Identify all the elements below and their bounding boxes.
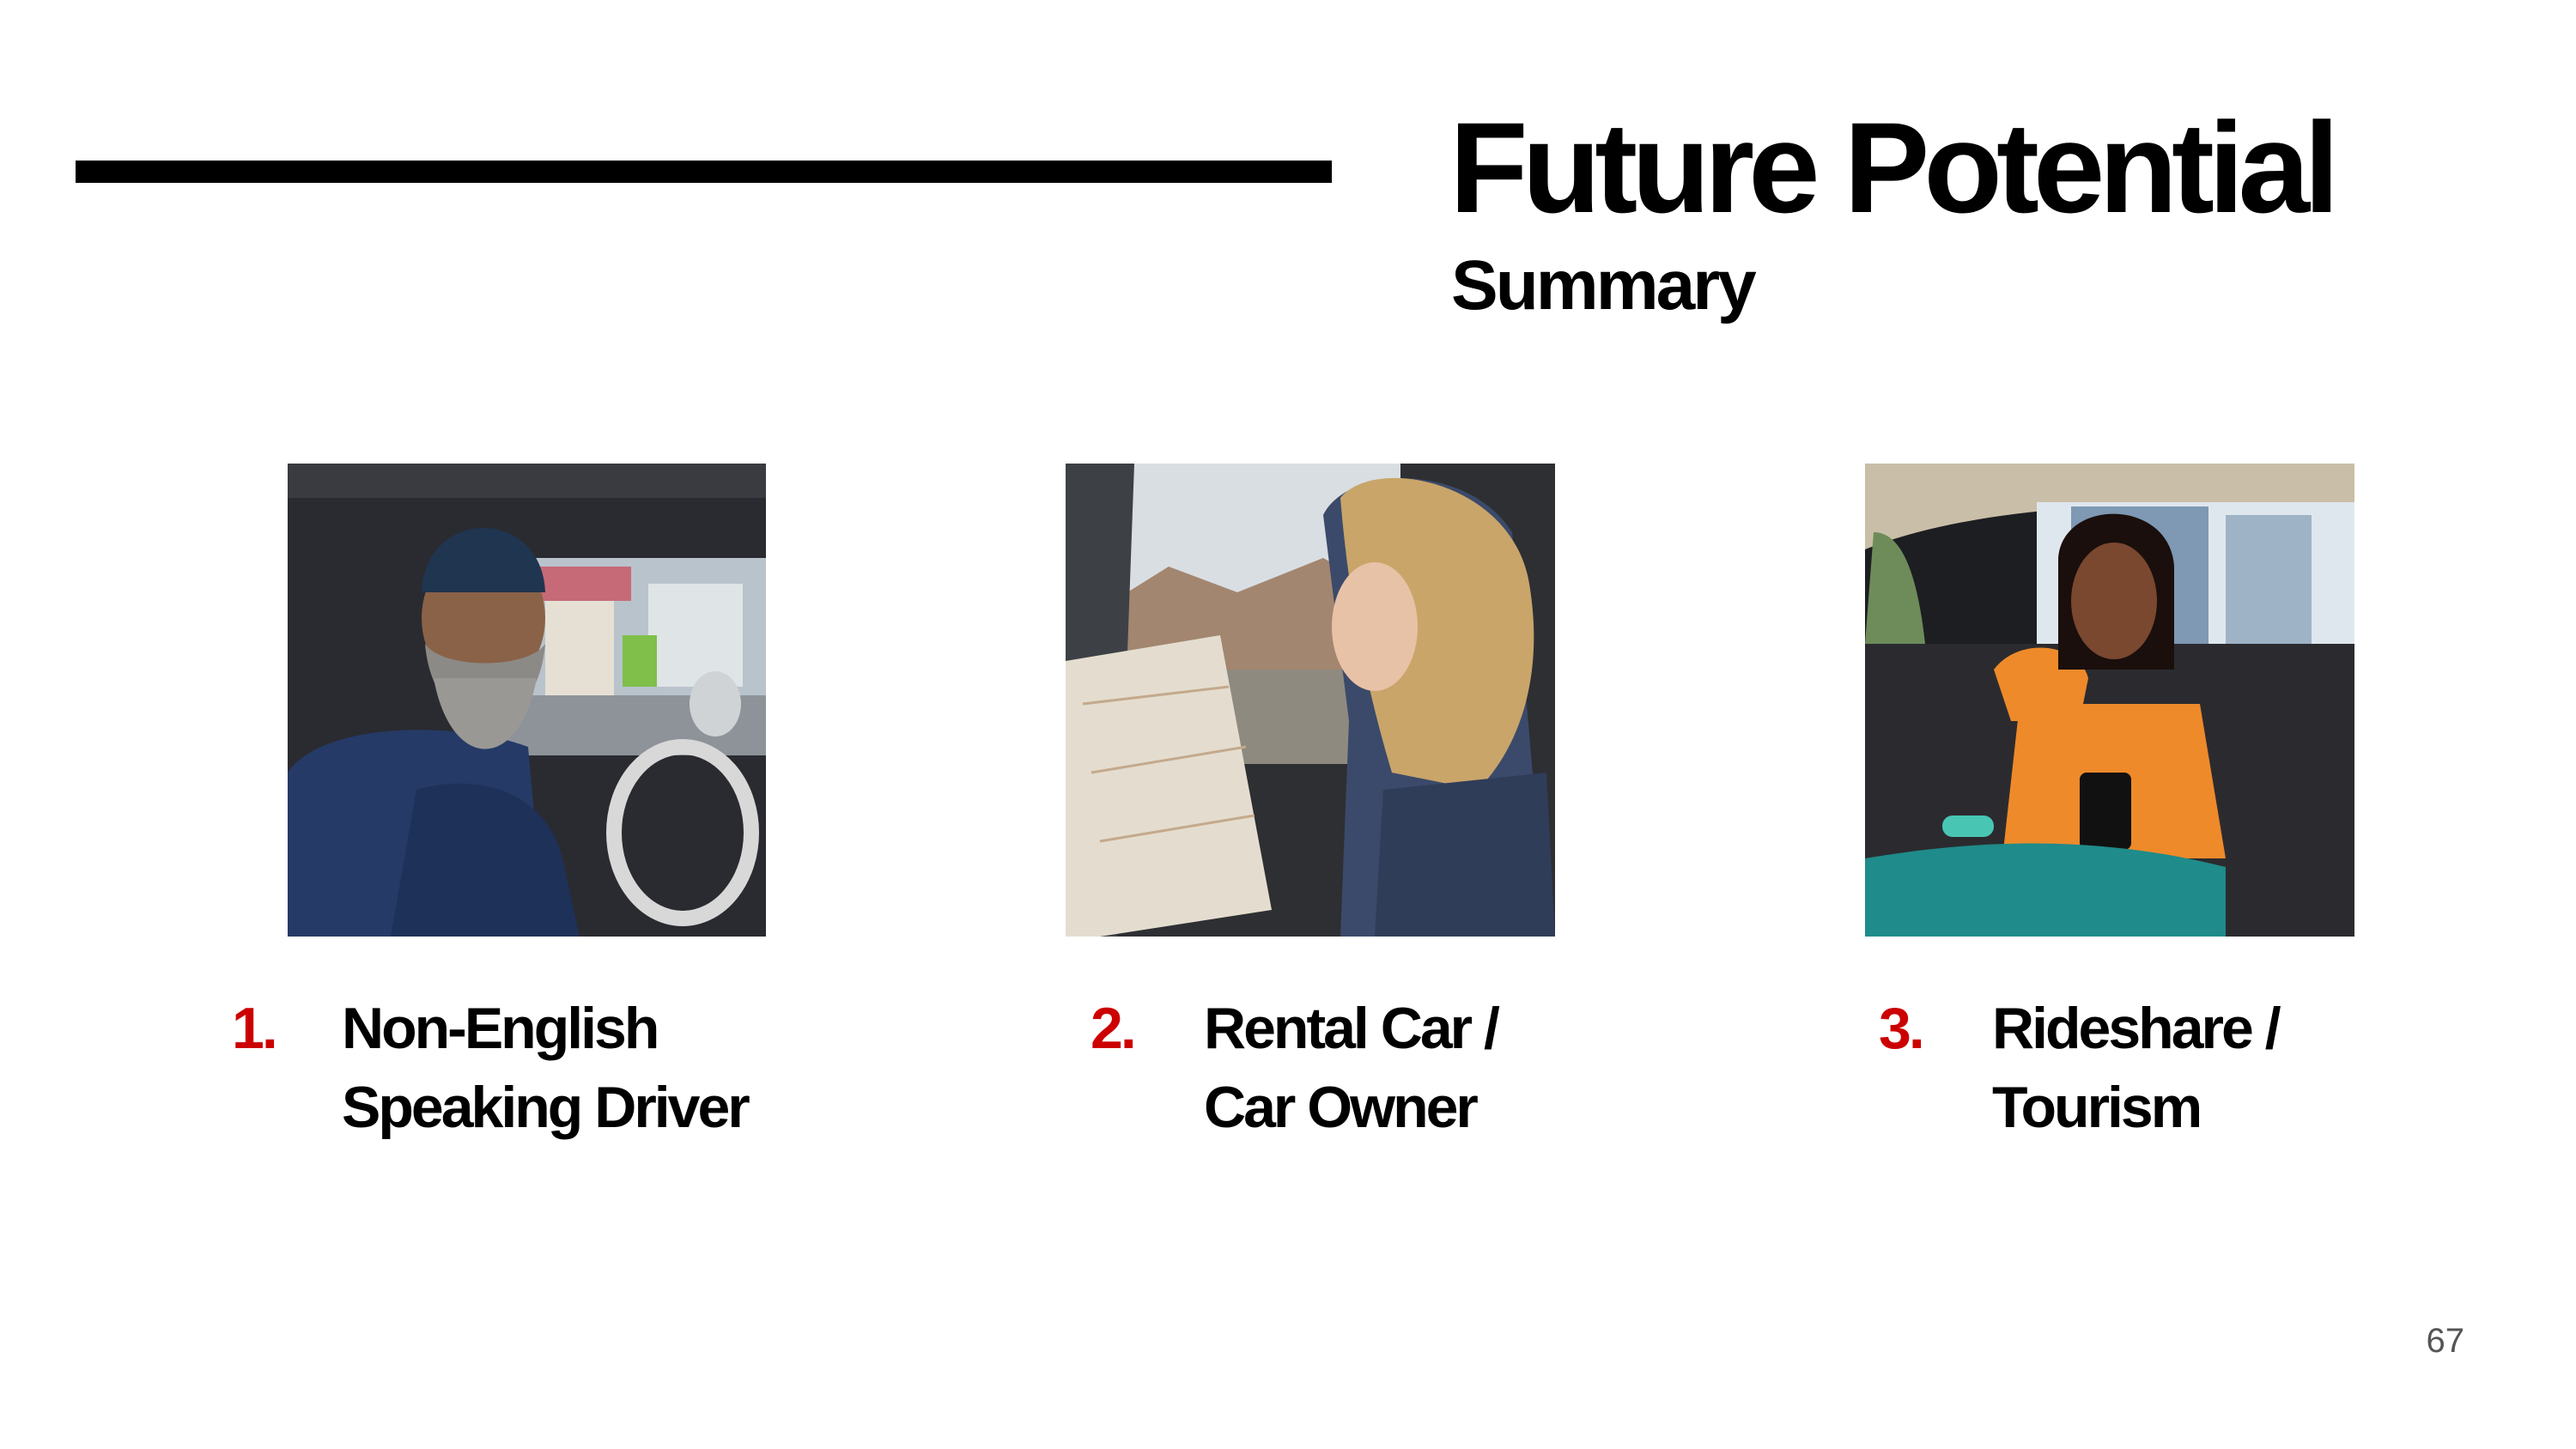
item-label-1-line-1: Non-English — [342, 996, 659, 1061]
item-label-3-line-1: Rideshare / — [1992, 996, 2281, 1061]
item-number-1: 1. — [232, 996, 278, 1061]
item-number-2: 2. — [1091, 996, 1137, 1061]
item-label-3-line-2: Tourism — [1992, 1075, 2202, 1140]
photo-rental-car-map-image — [1066, 464, 1555, 937]
item-number-3: 3. — [1879, 996, 1925, 1061]
slide: Future Potential Summary 1. Non-English … — [0, 0, 2576, 1449]
item-label-2: Rental Car / Car Owner — [1204, 989, 1500, 1147]
photo-rideshare-passenger — [1865, 464, 2354, 937]
slide-subtitle: Summary — [1451, 246, 1757, 324]
item-label-3: Rideshare / Tourism — [1992, 989, 2281, 1147]
photo-truck-driver — [288, 464, 766, 937]
photo-rental-car-map — [1066, 464, 1555, 937]
slide-title: Future Potential — [1449, 95, 2340, 239]
item-label-1-line-2: Speaking Driver — [342, 1075, 750, 1140]
page-number: 67 — [2426, 1322, 2465, 1360]
item-label-1: Non-English Speaking Driver — [342, 989, 750, 1147]
item-label-2-line-1: Rental Car / — [1204, 996, 1500, 1061]
photo-rideshare-passenger-image — [1865, 464, 2354, 937]
photo-truck-driver-image — [288, 464, 766, 937]
item-label-2-line-2: Car Owner — [1204, 1075, 1479, 1140]
header-rule — [76, 161, 1332, 183]
